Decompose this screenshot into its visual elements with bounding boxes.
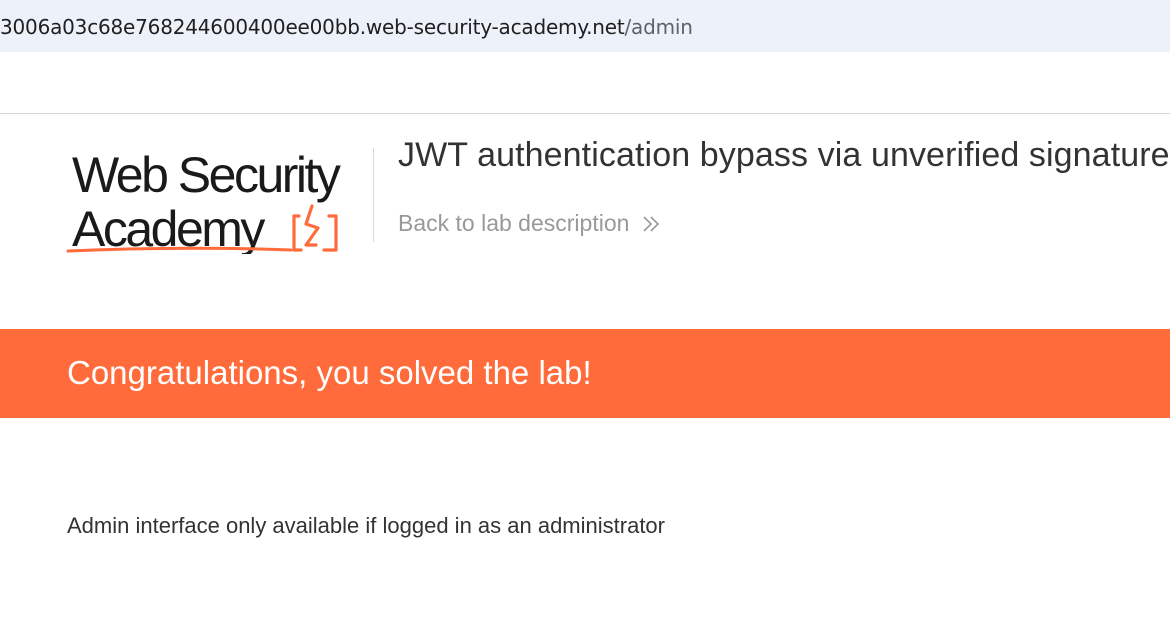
lab-header: Web Security Academy JWT authentication …	[0, 114, 1170, 328]
academy-bolt-icon	[292, 204, 338, 252]
url-text[interactable]: 3006a03c68e768244600400ee00bb.web-securi…	[0, 15, 693, 39]
logo-line2: Academy	[72, 201, 265, 254]
logo-line1: Web Security	[72, 147, 341, 203]
double-chevron-right-icon	[643, 215, 660, 232]
url-host: 3006a03c68e768244600400ee00bb.web-securi…	[0, 15, 625, 39]
url-path: /admin	[624, 15, 693, 39]
web-security-academy-logo[interactable]: Web Security Academy	[66, 144, 376, 254]
lab-solved-banner: Congratulations, you solved the lab!	[0, 329, 1170, 418]
back-to-lab-description-link[interactable]: Back to lab description	[398, 210, 661, 237]
banner-message: Congratulations, you solved the lab!	[67, 354, 592, 391]
admin-message: Admin interface only available if logged…	[67, 513, 665, 538]
back-link-label: Back to lab description	[398, 210, 630, 236]
logo-separator	[373, 148, 374, 242]
address-bar[interactable]: 3006a03c68e768244600400ee00bb.web-securi…	[0, 0, 1170, 52]
lab-title: JWT authentication bypass via unverified…	[398, 136, 1170, 174]
